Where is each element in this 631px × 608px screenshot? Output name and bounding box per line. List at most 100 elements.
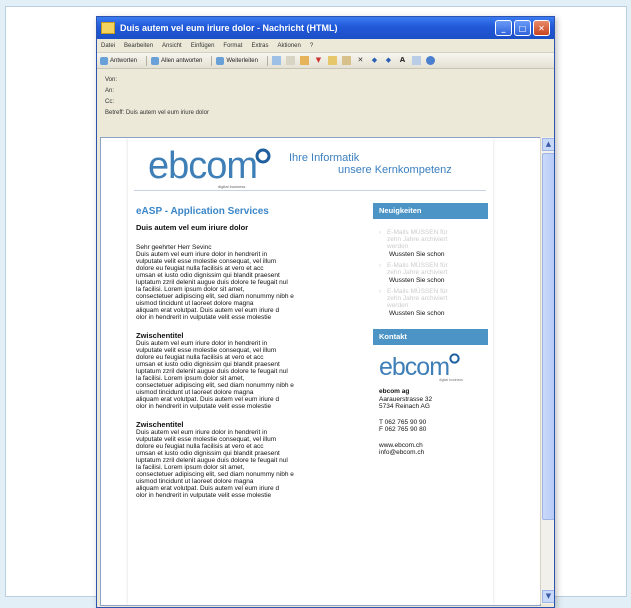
contact-logo-subtitle: digital business bbox=[439, 378, 463, 382]
paragraph-3: Duis autem vel eum iriure dolor in hendr… bbox=[136, 429, 294, 499]
cc-row: Cc: bbox=[105, 99, 554, 110]
previous-icon[interactable]: ◆ bbox=[370, 56, 379, 65]
contact-block: ebcom digital business ebcom ag Aarauers… bbox=[373, 345, 488, 457]
window-title: Duis autem vel eum iriure dolor - Nachri… bbox=[120, 23, 338, 33]
news-item: › E-Mails MÜSSEN für zehn Jahre archivier… bbox=[379, 229, 488, 258]
section-title: eASP - Application Services bbox=[136, 206, 269, 217]
reply-button[interactable]: Antworten bbox=[100, 56, 138, 65]
from-label: Von: bbox=[105, 77, 118, 83]
junk-icon[interactable] bbox=[341, 56, 351, 65]
menu-help[interactable]: ? bbox=[310, 43, 313, 49]
news-link[interactable]: Wussten Sie schon bbox=[379, 277, 488, 284]
toolbar: Antworten Allen antworten Weiterleiten ▼… bbox=[97, 53, 554, 69]
scroll-down-icon[interactable]: ▼ bbox=[542, 590, 554, 603]
subheading-2: Zwischentitel bbox=[136, 420, 184, 429]
category-icon[interactable] bbox=[327, 56, 337, 65]
maximize-button[interactable]: □ bbox=[514, 20, 531, 36]
forward-icon bbox=[216, 56, 225, 65]
contact-heading: Kontakt bbox=[373, 329, 488, 345]
city: 5734 Reinach AG bbox=[379, 403, 430, 410]
bullet-arrow-icon: › bbox=[379, 288, 382, 295]
news-link[interactable]: Wussten Sie schon bbox=[379, 251, 488, 258]
message-header: Von: An: Cc: Betreff: Duis autem vel eum… bbox=[97, 69, 554, 135]
sidebar: Neuigkeiten › E-Mails MÜSSEN für zehn Jah… bbox=[373, 203, 488, 457]
help-icon[interactable] bbox=[425, 56, 435, 65]
fax: F 062 765 90 80 bbox=[379, 426, 427, 433]
header-divider bbox=[134, 190, 486, 191]
logo-subtitle: digital business bbox=[218, 184, 246, 189]
menu-aktionen[interactable]: Aktionen bbox=[277, 43, 300, 49]
main-column: eASP - Application Services Duis autem v… bbox=[136, 198, 366, 499]
menu-bar: Datei Bearbeiten Ansicht Einfügen Format… bbox=[97, 39, 554, 53]
news-ghost-text: zehn Jahre archiviert bbox=[387, 236, 448, 243]
menu-extras[interactable]: Extras bbox=[251, 43, 268, 49]
menu-bearbeiten[interactable]: Bearbeiten bbox=[124, 43, 153, 49]
to-row: An: bbox=[105, 88, 554, 99]
vertical-scrollbar[interactable]: ▲ ▼ bbox=[540, 137, 554, 604]
greeting: Sehr geehrter Herr Sevinc bbox=[136, 244, 212, 251]
news-link[interactable]: Wussten Sie schon bbox=[379, 310, 488, 317]
menu-datei[interactable]: Datei bbox=[101, 43, 115, 49]
phone: T 062 765 90 90 bbox=[379, 418, 427, 426]
subject-value: Duis autem vel eum iriure dolor bbox=[125, 110, 209, 116]
close-button[interactable]: ✕ bbox=[533, 20, 550, 36]
website-link[interactable]: www.ebcom.ch bbox=[379, 442, 488, 450]
forward-label: Weiterleiten bbox=[226, 57, 258, 64]
folder-icon[interactable] bbox=[299, 56, 309, 65]
subheading-1: Zwischentitel bbox=[136, 331, 184, 340]
scroll-thumb[interactable] bbox=[542, 153, 554, 520]
bullet-arrow-icon: › bbox=[379, 229, 382, 236]
paragraph-2: Duis autem vel eum iriure dolor in hendr… bbox=[136, 340, 294, 410]
reply-all-button[interactable]: Allen antworten bbox=[151, 56, 203, 65]
message-body[interactable]: ebcom digital business Ihre Informatik u… bbox=[100, 137, 541, 606]
scroll-up-icon[interactable]: ▲ bbox=[542, 138, 554, 151]
news-item: › E-Mails MÜSSEN für zehn Jahre archivier… bbox=[379, 288, 488, 317]
message-window: Duis autem vel eum iriure dolor - Nachri… bbox=[96, 16, 555, 608]
contact-logo-text: ebcom bbox=[379, 353, 450, 381]
email-link[interactable]: info@ebcom.ch bbox=[379, 449, 488, 457]
flag-icon[interactable]: ▼ bbox=[314, 56, 323, 65]
news-ghost-text: werden bbox=[387, 243, 409, 250]
news-item: › E-Mails MÜSSEN für zehn Jahre archivier… bbox=[379, 262, 488, 284]
tagline-line-1: Ihre Informatik bbox=[289, 152, 360, 164]
news-ghost-text: E-Mails MÜSSEN für bbox=[387, 229, 448, 236]
toolbar-separator bbox=[146, 55, 148, 66]
reply-label: Antworten bbox=[110, 57, 138, 64]
reply-all-icon bbox=[151, 56, 160, 65]
bullet-arrow-icon: › bbox=[379, 262, 382, 269]
envelope-icon bbox=[101, 22, 115, 34]
delete-icon[interactable]: ✕ bbox=[356, 56, 365, 65]
menu-einfuegen[interactable]: Einfügen bbox=[191, 43, 215, 49]
menu-ansicht[interactable]: Ansicht bbox=[162, 43, 182, 49]
font-size-icon[interactable]: A bbox=[398, 56, 407, 65]
logo-text: ebcom bbox=[148, 145, 258, 187]
toolbar-separator bbox=[211, 55, 213, 66]
toolbar-separator bbox=[266, 55, 268, 66]
ebcom-logo: ebcom digital business bbox=[148, 145, 271, 189]
options-icon[interactable] bbox=[411, 56, 421, 65]
next-icon[interactable]: ◆ bbox=[384, 56, 393, 65]
menu-format[interactable]: Format bbox=[223, 43, 242, 49]
save-icon[interactable] bbox=[285, 56, 295, 65]
news-ghost-text: werden bbox=[387, 302, 409, 309]
news-heading: Neuigkeiten bbox=[373, 203, 488, 219]
tagline-line-2: unsere Kernkompetenz bbox=[338, 164, 452, 176]
subject-label: Betreff: bbox=[105, 110, 125, 116]
minimize-button[interactable]: _ bbox=[495, 20, 512, 36]
print-icon[interactable] bbox=[271, 56, 281, 65]
title-bar: Duis autem vel eum iriure dolor - Nachri… bbox=[97, 17, 554, 39]
news-ghost-text: zehn Jahre archiviert bbox=[387, 269, 448, 276]
reply-all-label: Allen antworten bbox=[161, 57, 203, 64]
news-ghost-text: E-Mails MÜSSEN für bbox=[387, 262, 448, 269]
street: Aarauerstrasse 32 bbox=[379, 395, 433, 403]
reply-icon bbox=[100, 56, 108, 65]
from-row: Von: bbox=[105, 77, 554, 88]
forward-button[interactable]: Weiterleiten bbox=[216, 56, 258, 65]
news-ghost-text: E-Mails MÜSSEN für bbox=[387, 288, 448, 295]
logo-swirl-icon bbox=[449, 353, 460, 364]
logo-swirl-icon bbox=[255, 148, 271, 164]
subject-row: Betreff: Duis autem vel eum iriure dolor bbox=[105, 110, 554, 121]
paragraph-1: Duis autem vel eum iriure dolor in hendr… bbox=[136, 251, 294, 321]
cc-label: Cc: bbox=[105, 99, 114, 105]
article-subtitle: Duis autem vel eum iriure dolor bbox=[136, 223, 249, 232]
